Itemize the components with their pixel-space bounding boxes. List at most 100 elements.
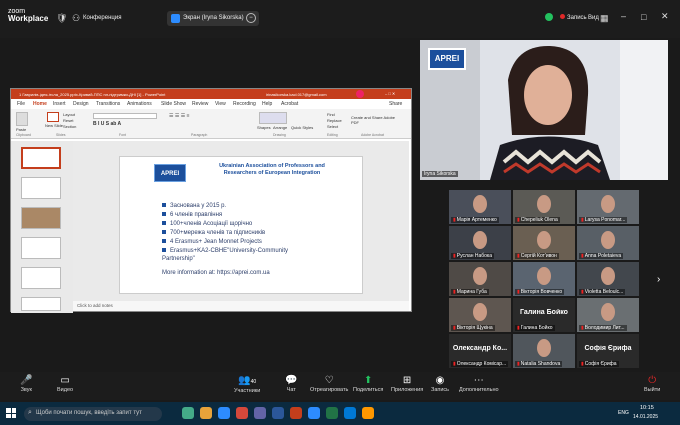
slide-thumbnail[interactable] bbox=[21, 147, 61, 169]
paragraph-buttons[interactable]: ☰ ☰ ☰ ≡ bbox=[169, 113, 229, 127]
view-label[interactable]: Вид bbox=[588, 15, 599, 21]
clock-time[interactable]: 10:15 bbox=[640, 405, 654, 411]
arrange-label[interactable]: Arrange bbox=[273, 125, 287, 130]
more-button[interactable]: ⋯ Дополнительно bbox=[459, 375, 499, 393]
participant-tile[interactable]: Софія Єрифа ▮Софія Єрифа bbox=[577, 334, 639, 368]
active-speaker-video[interactable]: APREI Iryna Sikorska bbox=[420, 40, 668, 180]
shapes-gallery[interactable] bbox=[259, 112, 287, 124]
participant-tile[interactable]: ▮Марина Губа bbox=[449, 262, 511, 296]
menu-design[interactable]: Design bbox=[73, 101, 89, 107]
participant-tile[interactable]: ▮Вікторія Вовченко bbox=[513, 262, 575, 296]
taskbar-app-icon[interactable] bbox=[362, 407, 374, 419]
menu-animations[interactable]: Animations bbox=[127, 101, 152, 107]
participant-tile[interactable]: ▮Violetta Beloulc... bbox=[577, 262, 639, 296]
muted-mic-icon: ▮ bbox=[581, 217, 584, 223]
find-button[interactable]: Find bbox=[327, 112, 335, 117]
layout-button[interactable]: Layout bbox=[63, 112, 75, 117]
teams-icon[interactable] bbox=[254, 407, 266, 419]
zoom-logo: zoom Workplace bbox=[8, 8, 48, 23]
menu-slideshow[interactable]: Slide Show bbox=[161, 101, 186, 107]
taskbar-search[interactable]: ⌕ Щоби почати пошук, введіть запит тут bbox=[24, 407, 162, 421]
current-slide[interactable]: APREI Ukrainian Association of Professor… bbox=[119, 156, 363, 294]
encryption-shield-icon[interactable] bbox=[545, 13, 553, 21]
audio-button[interactable]: 🎤 Звук bbox=[20, 375, 32, 393]
account-avatar[interactable] bbox=[356, 90, 364, 98]
menu-acrobat[interactable]: Acrobat bbox=[281, 101, 298, 107]
leave-button[interactable]: ⏻ Выйти bbox=[644, 375, 660, 393]
menu-file[interactable]: File bbox=[17, 101, 25, 107]
gallery-next-arrow-icon[interactable]: › bbox=[657, 274, 660, 285]
slide-thumbnail[interactable] bbox=[21, 207, 61, 229]
participants-button[interactable]: 👥40 Участники bbox=[234, 375, 260, 394]
minimize-icon[interactable]: – bbox=[621, 11, 626, 21]
participant-tile[interactable]: ▮Володимир Лит... bbox=[577, 298, 639, 332]
maximize-icon[interactable]: □ bbox=[641, 12, 646, 22]
language-indicator[interactable]: ENG bbox=[618, 410, 629, 416]
mail-icon[interactable] bbox=[344, 407, 356, 419]
menu-view[interactable]: View bbox=[215, 101, 226, 107]
slide-thumbnail[interactable] bbox=[21, 297, 61, 311]
participant-tile[interactable]: Олександр Ко... ▮Олександр Комісар... bbox=[449, 334, 511, 368]
menu-recording[interactable]: Recording bbox=[233, 101, 256, 107]
pp-window-controls[interactable]: – □ ✕ bbox=[385, 91, 395, 96]
pp-share-button[interactable]: Share bbox=[389, 101, 402, 107]
file-explorer-icon[interactable] bbox=[200, 407, 212, 419]
word-icon[interactable] bbox=[272, 407, 284, 419]
participant-tile[interactable]: ▮Natalia Shandova bbox=[513, 334, 575, 368]
close-window-icon[interactable]: ✕ bbox=[661, 11, 669, 22]
windows-start-icon[interactable] bbox=[6, 408, 16, 418]
clock-date[interactable]: 14.01.2025 bbox=[633, 414, 658, 420]
participant-tile[interactable]: ▮Марія Артеменко bbox=[449, 190, 511, 224]
record-button[interactable]: ◉ Запись bbox=[431, 375, 449, 393]
zoom-taskbar-icon[interactable] bbox=[308, 407, 320, 419]
participant-tile[interactable]: ▮Chepeliuk Olena bbox=[513, 190, 575, 224]
font-format-buttons[interactable]: B I U S ab A bbox=[93, 121, 157, 127]
group-slides: Slides bbox=[56, 133, 66, 137]
menu-review[interactable]: Review bbox=[192, 101, 208, 107]
slide-thumbnail[interactable] bbox=[21, 267, 61, 289]
replace-button[interactable]: Replace bbox=[327, 118, 342, 123]
security-shield-icon[interactable]: 🛡 bbox=[56, 13, 67, 24]
recording-label[interactable]: Запись bbox=[567, 15, 587, 21]
participant-tile[interactable]: ▮Anna Poletaieva bbox=[577, 226, 639, 260]
share-screen-button[interactable]: ⬆ Поделиться bbox=[353, 375, 383, 393]
muted-mic-icon: ▮ bbox=[453, 217, 456, 223]
select-button[interactable]: Select bbox=[327, 124, 338, 129]
powerpoint-icon[interactable] bbox=[290, 407, 302, 419]
menu-transitions[interactable]: Transitions bbox=[96, 101, 120, 107]
notes-pane[interactable]: Click to add notes bbox=[73, 301, 409, 311]
participant-tile[interactable]: ▮Вікторія Щукіна bbox=[449, 298, 511, 332]
font-name-select[interactable] bbox=[93, 113, 157, 119]
react-button[interactable]: ♡ Отреагировать bbox=[310, 375, 348, 393]
edge-browser-icon[interactable] bbox=[218, 407, 230, 419]
stop-view-icon[interactable]: − bbox=[246, 13, 256, 23]
menu-home[interactable]: Home bbox=[33, 101, 47, 107]
slide-thumbnail[interactable] bbox=[21, 237, 61, 259]
participant-tile[interactable]: ▮Larysa Ponomar... bbox=[577, 190, 639, 224]
participant-name: ▮Anna Poletaieva bbox=[579, 253, 624, 259]
menu-insert[interactable]: Insert bbox=[53, 101, 66, 107]
section-button[interactable]: Section bbox=[63, 124, 76, 129]
create-pdf-button[interactable]: Create and Share Adobe PDF bbox=[351, 115, 401, 125]
new-slide-icon[interactable] bbox=[47, 112, 59, 122]
meeting-label[interactable]: Конференция bbox=[83, 15, 121, 21]
chrome-browser-icon[interactable] bbox=[236, 407, 248, 419]
excel-icon[interactable] bbox=[326, 407, 338, 419]
meeting-info-icon[interactable]: ⚇ bbox=[72, 13, 80, 24]
chat-icon: 💬 bbox=[285, 375, 298, 386]
participant-tile[interactable]: ▮Руслан Набока bbox=[449, 226, 511, 260]
video-button[interactable]: ▭ Видео bbox=[57, 375, 73, 393]
quick-styles-label[interactable]: Quick Styles bbox=[291, 125, 313, 130]
apps-button[interactable]: ⊞ Приложения bbox=[391, 375, 423, 393]
reset-button[interactable]: Reset bbox=[63, 118, 73, 123]
participant-face bbox=[601, 303, 615, 321]
menu-help[interactable]: Help bbox=[262, 101, 272, 107]
participant-tile[interactable]: ▮Сергій Кот'ивон bbox=[513, 226, 575, 260]
paste-icon[interactable] bbox=[16, 112, 28, 126]
slide-thumbnail[interactable] bbox=[21, 177, 61, 199]
participant-tile[interactable]: Галина Бойко ▮Галина Бойко bbox=[513, 298, 575, 332]
share-indicator-chip[interactable]: Экран (Iryna Sikorska) − bbox=[167, 11, 259, 26]
taskbar-app-icon[interactable] bbox=[182, 407, 194, 419]
view-grid-icon[interactable]: ▦ bbox=[600, 13, 609, 24]
chat-button[interactable]: 💬 Чат bbox=[285, 375, 297, 393]
